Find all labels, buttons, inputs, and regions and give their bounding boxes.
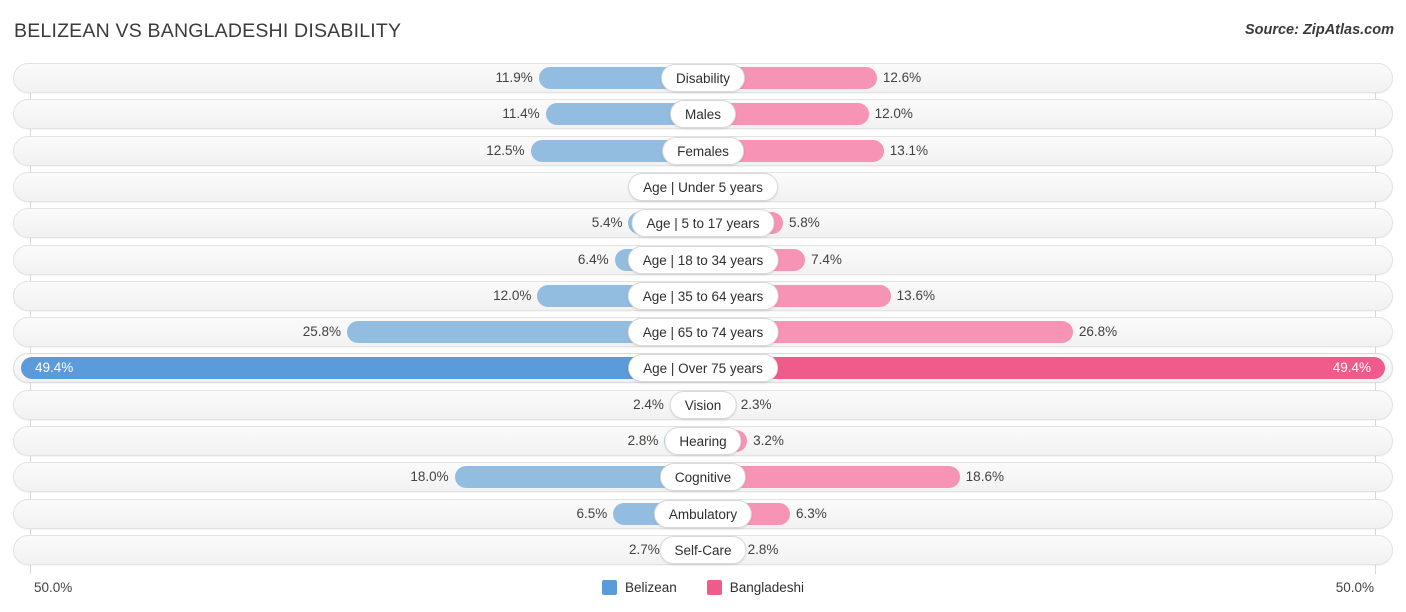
- chart-row: 25.8% 26.8% Age | 65 to 74 years: [13, 317, 1393, 348]
- chart-header: BELIZEAN VS BANGLADESHI DISABILITY Sourc…: [0, 0, 1406, 60]
- category-label: Age | Over 75 years: [628, 354, 778, 383]
- category-label: Age | Under 5 years: [628, 172, 778, 201]
- value-label-belizean: 11.4%: [502, 106, 540, 122]
- category-label: Self-Care: [659, 535, 747, 564]
- chart-legend: Belizean Bangladeshi: [0, 580, 1406, 595]
- category-label: Age | 5 to 17 years: [631, 209, 775, 238]
- category-label: Females: [662, 136, 744, 165]
- legend-item[interactable]: Bangladeshi: [706, 580, 805, 595]
- category-label: Age | 35 to 64 years: [627, 281, 779, 310]
- category-label: Males: [669, 100, 737, 129]
- value-label-bangladeshi: 13.1%: [889, 142, 929, 158]
- value-label-belizean: 2.4%: [633, 396, 664, 412]
- chart-row: 5.4% 5.8% Age | 5 to 17 years: [13, 208, 1393, 239]
- value-label-bangladeshi: 18.6%: [965, 469, 1004, 485]
- chart-row: 12.5% 13.1% Females: [13, 135, 1393, 166]
- legend-item[interactable]: Belizean: [601, 580, 677, 595]
- value-label-bangladeshi: 13.6%: [896, 287, 935, 303]
- value-label-belizean: 2.8%: [627, 433, 659, 448]
- chart-row: 18.0% 18.6% Cognitive: [13, 462, 1393, 493]
- legend-swatch-icon: [601, 580, 617, 595]
- category-label: Age | 65 to 74 years: [627, 318, 779, 347]
- category-label: Vision: [669, 390, 737, 419]
- value-label-belizean: 12.5%: [486, 142, 525, 158]
- value-label-belizean: 5.4%: [591, 215, 623, 231]
- chart-row: 2.7% 2.8% Self-Care: [13, 534, 1393, 565]
- chart-row: 6.5% 6.3% Ambulatory: [13, 498, 1393, 529]
- chart-row: 11.9% 12.6% Disability: [13, 63, 1393, 93]
- legend-label: Belizean: [624, 580, 677, 595]
- value-label-bangladeshi: 3.2%: [753, 433, 784, 448]
- value-label-bangladeshi: 2.3%: [740, 396, 772, 412]
- bar-belizean: [21, 357, 703, 380]
- category-label: Hearing: [664, 427, 742, 455]
- value-label-belizean: 11.9%: [495, 70, 533, 85]
- value-label-bangladeshi: 12.0%: [874, 106, 913, 122]
- category-label: Age | 18 to 34 years: [627, 245, 779, 274]
- value-label-bangladeshi: 26.8%: [1078, 324, 1118, 340]
- value-label-bangladeshi: 5.8%: [789, 215, 820, 231]
- value-label-belizean: 6.4%: [577, 251, 609, 267]
- value-label-belizean: 25.8%: [302, 324, 341, 340]
- chart-footer: 50.0% 50.0% Belizean Bangladeshi: [0, 572, 1406, 612]
- chart-row: 6.4% 7.4% Age | 18 to 34 years: [13, 244, 1393, 275]
- legend-swatch-icon: [706, 580, 722, 595]
- legend-label: Bangladeshi: [729, 580, 805, 595]
- value-label-bangladeshi: 7.4%: [811, 251, 842, 267]
- source-attribution: Source: ZipAtlas.com: [1244, 22, 1394, 38]
- bar-bangladeshi: [703, 357, 1385, 380]
- chart-row: 11.4% 12.0% Males: [13, 99, 1393, 130]
- chart-page: BELIZEAN VS BANGLADESHI DISABILITY Sourc…: [0, 0, 1406, 612]
- value-label-bangladeshi: 12.6%: [882, 70, 922, 85]
- chart-row: 12.0% 13.6% Age | 35 to 64 years: [13, 280, 1393, 311]
- category-label: Ambulatory: [653, 499, 753, 528]
- category-label: Disability: [660, 64, 746, 92]
- value-label-belizean: 18.0%: [410, 469, 449, 485]
- chart-row: 1.2%1.3%Age | Under 5 years: [13, 171, 1393, 202]
- value-label-bangladeshi: 2.8%: [747, 541, 779, 557]
- chart-row: 2.8% 3.2% Hearing: [13, 426, 1393, 456]
- value-label-bangladeshi: 49.4%: [1332, 360, 1371, 376]
- chart-row: 49.4% 49.4% Age | Over 75 years: [13, 353, 1393, 384]
- value-label-belizean: 12.0%: [493, 287, 532, 303]
- page-title: BELIZEAN VS BANGLADESHI DISABILITY: [14, 20, 402, 42]
- chart-row: 2.4% 2.3% Vision: [13, 389, 1393, 420]
- chart-plot-area: 11.9% 12.6% Disability 11.4% 12.0% Males 12.5%…: [0, 60, 1406, 574]
- value-label-bangladeshi: 6.3%: [795, 505, 827, 521]
- value-label-belizean: 6.5%: [576, 505, 608, 521]
- category-label: Cognitive: [659, 463, 747, 492]
- value-label-belizean: 49.4%: [35, 360, 74, 376]
